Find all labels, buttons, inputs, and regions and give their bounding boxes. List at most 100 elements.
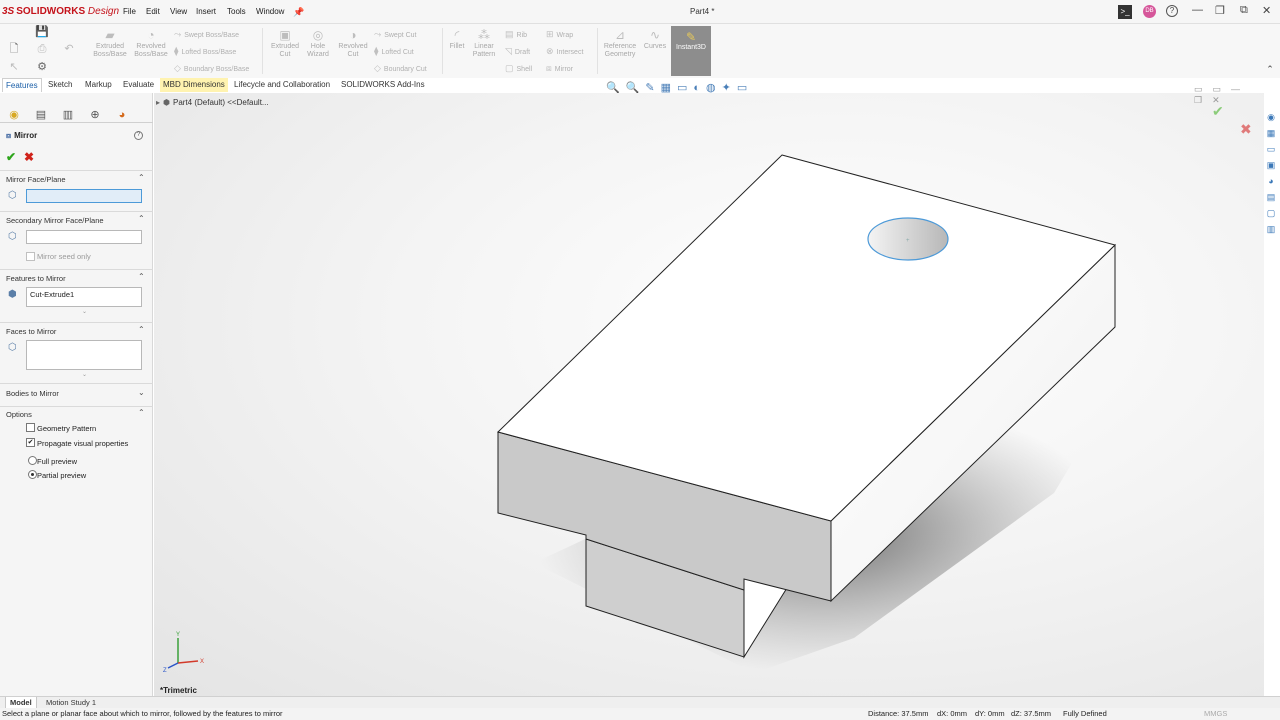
reference-geometry-button[interactable]: ⊿ Reference Geometry (600, 28, 640, 59)
solidworks-resources-icon[interactable]: ◉ (1264, 110, 1278, 124)
display-manager-icon[interactable]: ◕ (115, 108, 129, 122)
draft-button[interactable]: ◹ Draft (505, 46, 530, 57)
faces-list[interactable] (26, 340, 142, 370)
file-explorer-icon[interactable]: ▭ (1264, 142, 1278, 156)
configuration-manager-icon[interactable]: ▥ (61, 108, 75, 122)
fillet-button[interactable]: ◜ Fillet (445, 28, 469, 51)
ok-button[interactable]: ✔ (6, 150, 16, 164)
propagate-visual-properties-checkbox[interactable]: ✔ (26, 438, 35, 447)
menu-view[interactable]: View (170, 7, 187, 16)
swept-boss-base-button[interactable]: ⤳ Swept Boss/Base (174, 29, 239, 40)
design-library-icon[interactable]: ▦ (1264, 126, 1278, 140)
maximize-icon[interactable]: ⧉ (1240, 4, 1248, 17)
undo-icon[interactable]: ↶ (62, 42, 76, 56)
collapse-ribbon-icon[interactable]: ⌃ (1263, 62, 1277, 76)
minimize-icon[interactable]: — (1192, 4, 1203, 16)
menu-window[interactable]: Window (256, 7, 284, 16)
3d-content-central-icon[interactable]: ▥ (1264, 222, 1278, 236)
tab-mbd-dimensions[interactable]: MBD Dimensions (160, 78, 228, 92)
group-header[interactable]: Options (6, 410, 32, 419)
resize-handle[interactable]: ⌄ (82, 371, 87, 378)
group-header[interactable]: Mirror Face/Plane (6, 175, 66, 184)
chevron-up-icon[interactable]: ⌃ (138, 325, 145, 334)
property-manager-icon[interactable]: ▤ (34, 108, 48, 122)
intersect-button[interactable]: ⊗ Intersect (546, 46, 583, 57)
menu-edit[interactable]: Edit (146, 7, 160, 16)
hole-wizard-button[interactable]: ◎ Hole Wizard (302, 28, 334, 59)
help-icon[interactable]: ? (134, 131, 143, 140)
options-gear-icon[interactable]: ⚙ (35, 60, 49, 74)
rib-button[interactable]: ▤ Rib (505, 29, 527, 40)
features-list[interactable]: Cut-Extrude1 (26, 287, 142, 307)
terminal-icon[interactable]: >_ (1118, 5, 1132, 19)
resize-handle[interactable]: ⌄ (82, 308, 87, 315)
units-selector[interactable]: MMGS (1204, 708, 1227, 720)
chevron-down-icon[interactable]: ⌄ (138, 388, 145, 397)
group-header[interactable]: Faces to Mirror (6, 327, 56, 336)
part-name[interactable]: Part4 (Default) <<Default... (173, 98, 269, 107)
instant3d-button[interactable]: ✎ Instant3D (671, 26, 711, 76)
menu-tools[interactable]: Tools (227, 7, 246, 16)
geometry-pattern-checkbox[interactable] (26, 423, 35, 432)
mirror-face-plane-input[interactable] (26, 189, 142, 203)
tab-markup[interactable]: Markup (82, 78, 115, 92)
feature-manager-icon[interactable]: ◉ (7, 108, 21, 122)
group-header[interactable]: Secondary Mirror Face/Plane (6, 216, 104, 225)
appearances-icon[interactable]: ◕ (1264, 174, 1278, 188)
restore-icon[interactable]: ❐ (1215, 4, 1225, 17)
help-icon[interactable]: ? (1166, 5, 1178, 17)
curves-button[interactable]: ∿ Curves (641, 28, 669, 51)
revolved-boss-base-button[interactable]: ◔ Revolved Boss/Base (131, 28, 171, 59)
partial-preview-radio[interactable] (28, 470, 37, 479)
menu-insert[interactable]: Insert (196, 7, 216, 16)
tab-solidworks-add-ins[interactable]: SOLIDWORKS Add-Ins (338, 78, 428, 92)
dimxpert-icon[interactable]: ⊕ (88, 108, 102, 122)
tab-lifecycle-collaboration[interactable]: Lifecycle and Collaboration (231, 78, 333, 92)
chevron-up-icon[interactable]: ⌃ (138, 173, 145, 182)
model-viewport[interactable]: + Y X Z (154, 93, 1264, 696)
cancel-button[interactable]: ✖ (24, 150, 34, 164)
user-avatar[interactable]: DB (1143, 5, 1156, 18)
shell-button[interactable]: ▢ Shell (505, 63, 532, 74)
group-header[interactable]: Bodies to Mirror (6, 389, 59, 398)
faces-to-mirror-group: Faces to Mirror ⌃ ⬡ ⌄ (0, 322, 153, 378)
tab-sketch[interactable]: Sketch (45, 78, 75, 92)
select-icon[interactable]: ↖ (7, 60, 21, 74)
boundary-boss-base-button[interactable]: ◇ Boundary Boss/Base (174, 63, 249, 74)
revolved-cut-button[interactable]: ◑ Revolved Cut (334, 28, 372, 59)
mirror-seed-only-checkbox[interactable] (26, 252, 35, 261)
boundary-cut-button[interactable]: ◇ Boundary Cut (374, 63, 427, 74)
group-header[interactable]: Features to Mirror (6, 274, 66, 283)
secondary-mirror-face-input[interactable] (26, 230, 142, 244)
wrap-button[interactable]: ⊞ Wrap (546, 29, 573, 40)
chevron-up-icon[interactable]: ⌃ (138, 214, 145, 223)
swept-cut-button[interactable]: ⤳ Swept Cut (374, 29, 417, 40)
close-icon[interactable]: ✕ (1262, 4, 1271, 17)
mirror-button[interactable]: ⧈ Mirror (546, 63, 573, 74)
new-icon[interactable]: 🗋 (7, 42, 21, 56)
full-preview-radio[interactable] (28, 456, 37, 465)
solidworks-logo[interactable]: 3S SOLIDWORKS Design (2, 6, 119, 17)
custom-properties-icon[interactable]: ▤ (1264, 190, 1278, 204)
feature-tree-flyout[interactable]: ▸ ⬢ Part4 (Default) <<Default... (156, 98, 269, 107)
chevron-up-icon[interactable]: ⌃ (138, 408, 145, 417)
extruded-cut-button[interactable]: ▣ Extruded Cut (266, 28, 304, 59)
save-icon[interactable]: 💾 (35, 25, 49, 39)
confirm-corner-cancel-icon[interactable]: ✖ (1240, 121, 1252, 138)
graphics-area[interactable]: + Y X Z ✔ ✖ ▭▭—❐✕ (154, 84, 1264, 696)
chevron-up-icon[interactable]: ⌃ (138, 272, 145, 281)
print-icon[interactable]: ⎙ (35, 42, 49, 56)
lofted-cut-button[interactable]: ⧫ Lofted Cut (374, 46, 414, 57)
extruded-boss-base-button[interactable]: ▰ Extruded Boss/Base (90, 28, 130, 59)
menu-file[interactable]: File (123, 7, 136, 16)
lofted-boss-base-button[interactable]: ⧫ Lofted Boss/Base (174, 46, 236, 57)
list-item[interactable]: Cut-Extrude1 (30, 290, 74, 299)
view-palette-icon[interactable]: ▣ (1264, 158, 1278, 172)
orientation-triad[interactable]: Y X Z (163, 632, 204, 674)
pin-icon[interactable]: 📌 (292, 5, 306, 19)
tab-evaluate[interactable]: Evaluate (120, 78, 157, 92)
tab-features[interactable]: Features (2, 78, 42, 92)
viewport-window-controls[interactable]: ▭▭—❐✕ (1194, 84, 1264, 106)
linear-pattern-button[interactable]: ⁂ Linear Pattern (470, 28, 498, 59)
solidworks-forum-icon[interactable]: ▢ (1264, 206, 1278, 220)
